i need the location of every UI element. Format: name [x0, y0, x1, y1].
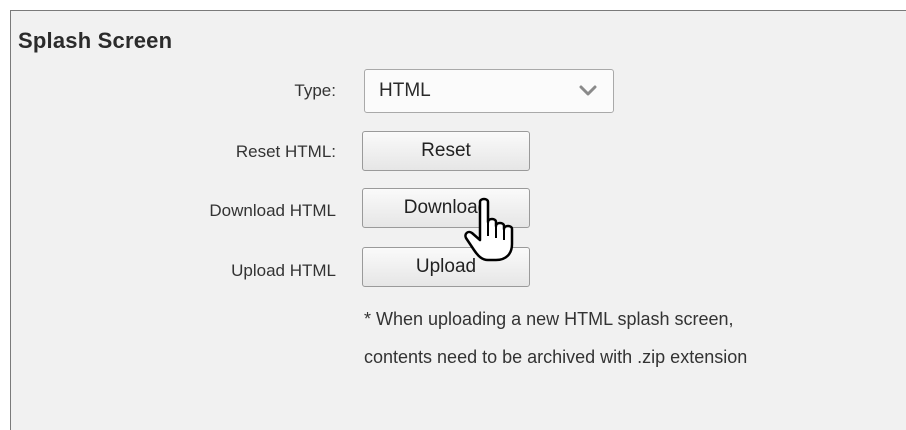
- reset-html-label: Reset HTML:: [235, 142, 336, 161]
- upload-html-label: Upload HTML: [231, 261, 336, 280]
- type-label: Type:: [294, 81, 336, 100]
- hand-pointer-icon: [464, 197, 514, 262]
- download-html-label: Download HTML: [209, 201, 336, 220]
- type-select-value: HTML: [379, 80, 431, 101]
- type-select[interactable]: HTML: [364, 69, 614, 113]
- reset-button[interactable]: Reset: [362, 131, 530, 171]
- upload-note-line-1: * When uploading a new HTML splash scree…: [364, 309, 734, 329]
- chevron-down-icon: [579, 85, 597, 96]
- upload-note-line-2: contents need to be archived with .zip e…: [364, 347, 748, 367]
- section-title: Splash Screen: [18, 28, 173, 53]
